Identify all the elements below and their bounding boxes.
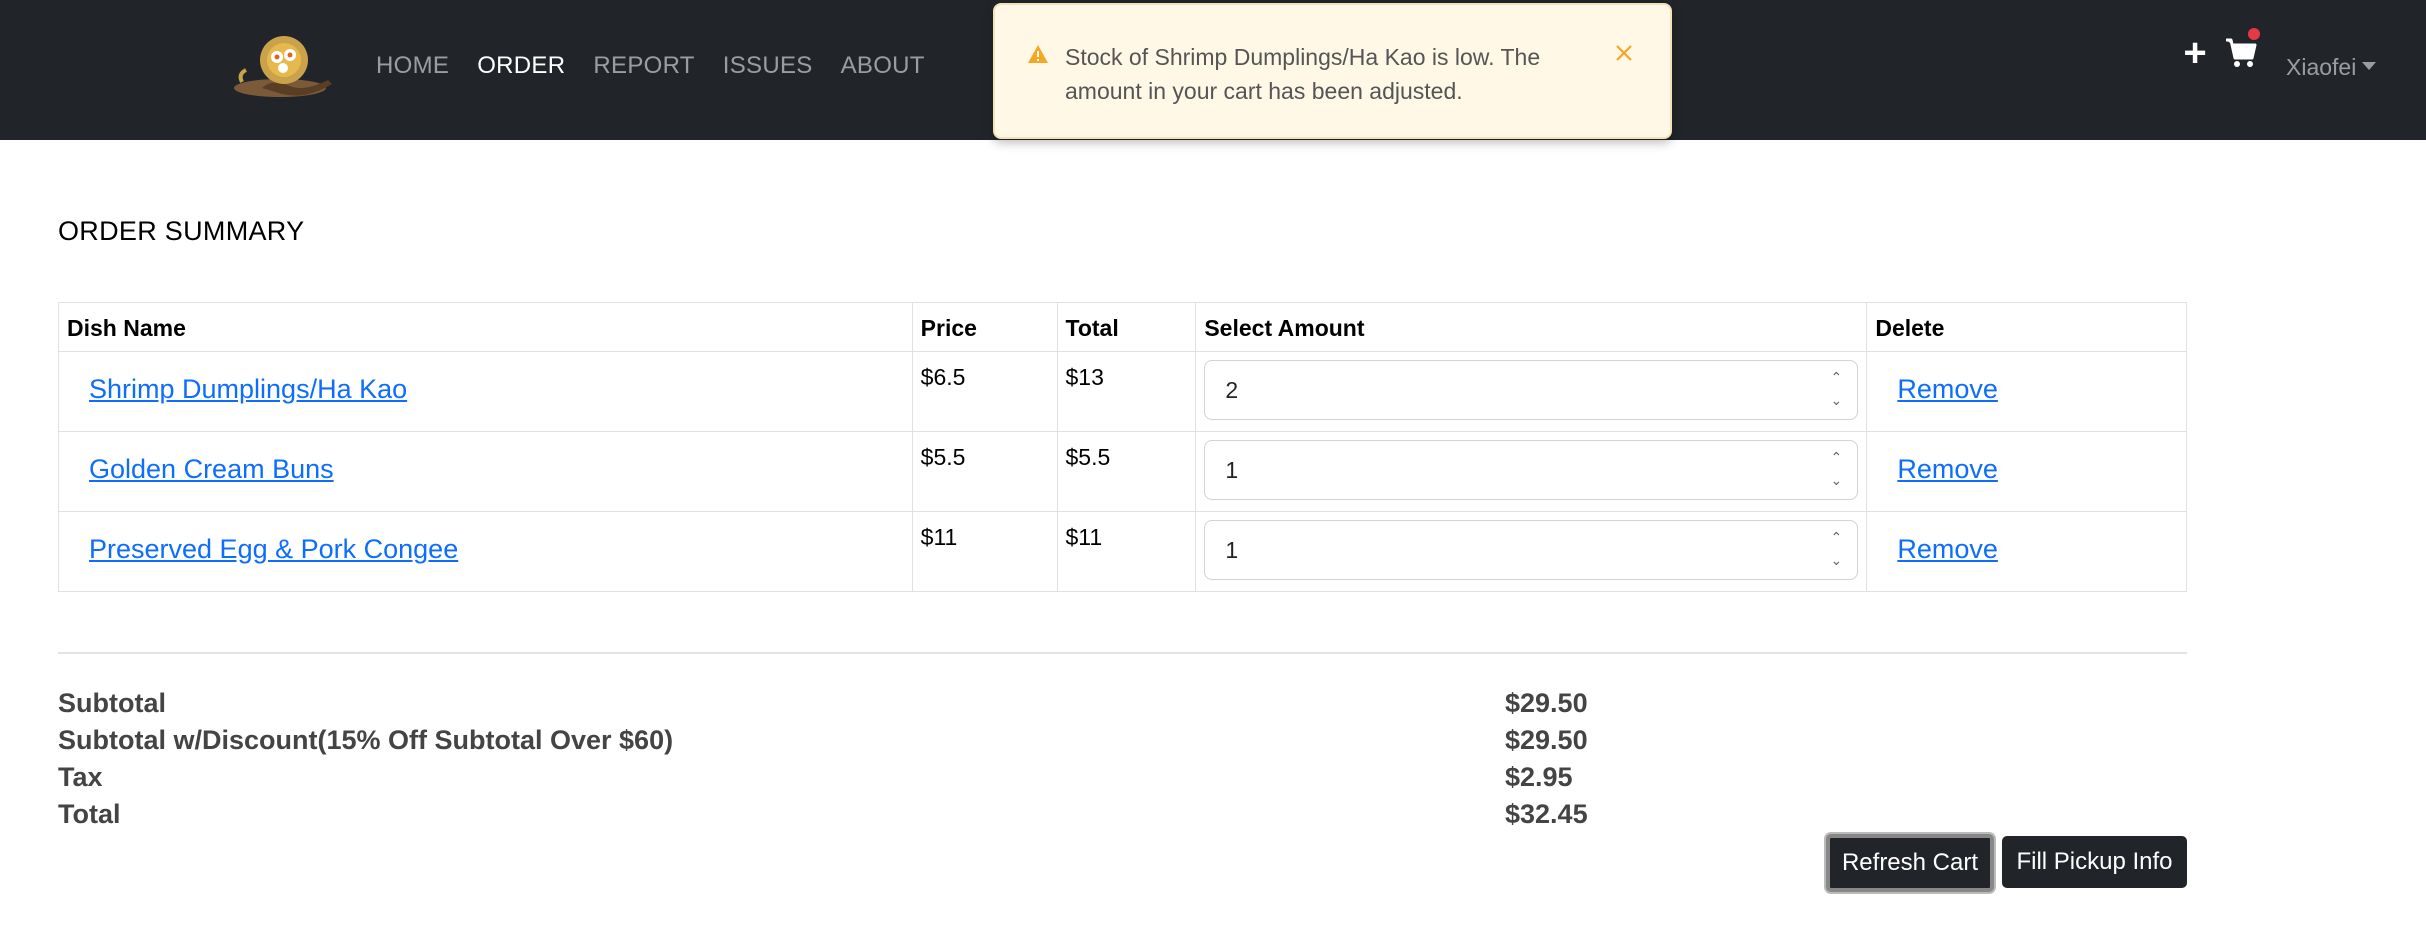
refresh-cart-button[interactable]: Refresh Cart: [1826, 834, 1994, 892]
subtotal-value: $29.50: [1505, 688, 1588, 718]
stepper-arrows[interactable]: ⌃ ⌄: [1829, 367, 1843, 413]
close-icon[interactable]: [1612, 41, 1636, 65]
toast-message: Stock of Shrimp Dumplings/Ha Kao is low.…: [1065, 44, 1541, 104]
discount-value: $29.50: [1505, 725, 1588, 755]
nav-menu: HOME ORDER REPORT ISSUES ABOUT: [376, 52, 953, 80]
delete-cell: Remove: [1866, 351, 2187, 432]
user-menu[interactable]: Xiaofei: [2286, 54, 2377, 81]
cart-icon[interactable]: [2224, 28, 2260, 70]
plus-icon[interactable]: +: [2180, 33, 2210, 73]
chevron-down-icon[interactable]: ⌄: [1829, 470, 1843, 493]
quantity-value: 2: [1225, 377, 1239, 403]
nav-home[interactable]: HOME: [376, 52, 449, 80]
dish-link[interactable]: Preserved Egg & Pork Congee: [67, 524, 458, 565]
chevron-down-icon: [2362, 61, 2377, 70]
price-cell: $6.5: [911, 351, 1058, 432]
dish-name-cell: Shrimp Dumplings/Ha Kao: [58, 351, 913, 432]
total-cell: $13: [1056, 351, 1197, 432]
nav-order[interactable]: ORDER: [477, 52, 565, 80]
dish-name-cell: Golden Cream Buns: [58, 431, 913, 512]
section-divider: [58, 652, 2187, 654]
nav-issues[interactable]: ISSUES: [723, 52, 813, 80]
chevron-up-icon[interactable]: ⌃: [1829, 527, 1843, 550]
user-name: Xiaofei: [2286, 54, 2357, 80]
cart-notification-dot: [2248, 28, 2260, 40]
price-cell: $11: [911, 511, 1058, 592]
total-cell: $5.5: [1056, 431, 1197, 512]
column-header: Price: [911, 302, 1058, 352]
remove-link[interactable]: Remove: [1875, 524, 1998, 565]
total-label: Total: [58, 799, 121, 829]
stepper-arrows[interactable]: ⌃ ⌄: [1829, 447, 1843, 493]
dish-link[interactable]: Shrimp Dumplings/Ha Kao: [67, 364, 407, 405]
table-row: Preserved Egg & Pork Congee $11 $11 1 ⌃ …: [58, 511, 2187, 592]
page-title: ORDER SUMMARY: [58, 216, 305, 246]
delete-cell: Remove: [1866, 431, 2187, 512]
restaurant-logo[interactable]: [232, 30, 336, 102]
price-cell: $5.5: [911, 431, 1058, 512]
tax-value: $2.95: [1505, 762, 1573, 792]
stepper-arrows[interactable]: ⌃ ⌄: [1829, 527, 1843, 573]
quantity-stepper[interactable]: 1 ⌃ ⌄: [1204, 520, 1859, 580]
tax-label: Tax: [58, 762, 103, 792]
order-table: Dish Name Price Total Select Amount Dele…: [58, 302, 2187, 592]
quantity-stepper[interactable]: 1 ⌃ ⌄: [1204, 440, 1859, 500]
table-row: Golden Cream Buns $5.5 $5.5 1 ⌃ ⌄ Remove: [58, 431, 2187, 512]
column-header: Dish Name: [58, 302, 913, 352]
table-row: Shrimp Dumplings/Ha Kao $6.5 $13 2 ⌃ ⌄ R…: [58, 351, 2187, 432]
total-value: $32.45: [1505, 799, 1588, 829]
column-header: Total: [1056, 302, 1197, 352]
warning-icon: [1028, 45, 1048, 63]
subtotal-label: Subtotal: [58, 688, 166, 718]
stock-warning-toast: Stock of Shrimp Dumplings/Ha Kao is low.…: [993, 3, 1672, 139]
quantity-value: 1: [1225, 537, 1239, 563]
dish-link[interactable]: Golden Cream Buns: [67, 444, 334, 485]
amount-cell: 1 ⌃ ⌄: [1195, 511, 1868, 592]
total-cell: $11: [1056, 511, 1197, 592]
nav-report[interactable]: REPORT: [593, 52, 694, 80]
chevron-up-icon[interactable]: ⌃: [1829, 447, 1843, 470]
column-header: Delete: [1866, 302, 2187, 352]
delete-cell: Remove: [1866, 511, 2187, 592]
chevron-up-icon[interactable]: ⌃: [1829, 367, 1843, 390]
chevron-down-icon[interactable]: ⌄: [1829, 390, 1843, 413]
remove-link[interactable]: Remove: [1875, 444, 1998, 485]
fill-pickup-info-button[interactable]: Fill Pickup Info: [2002, 836, 2187, 888]
amount-cell: 1 ⌃ ⌄: [1195, 431, 1868, 512]
dish-name-cell: Preserved Egg & Pork Congee: [58, 511, 913, 592]
column-header: Select Amount: [1195, 302, 1868, 352]
amount-cell: 2 ⌃ ⌄: [1195, 351, 1868, 432]
table-header-row: Dish Name Price Total Select Amount Dele…: [58, 302, 2187, 352]
discount-label: Subtotal w/Discount(15% Off Subtotal Ove…: [58, 725, 674, 755]
quantity-value: 1: [1225, 457, 1239, 483]
nav-about[interactable]: ABOUT: [841, 52, 925, 80]
quantity-stepper[interactable]: 2 ⌃ ⌄: [1204, 360, 1859, 420]
chevron-down-icon[interactable]: ⌄: [1829, 550, 1843, 573]
remove-link[interactable]: Remove: [1875, 364, 1998, 405]
